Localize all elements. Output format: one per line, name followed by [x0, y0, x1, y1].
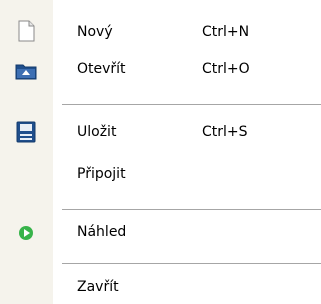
menu-item-shortcut: Ctrl+S	[202, 124, 248, 140]
save-icon	[14, 120, 38, 144]
play-icon	[14, 221, 38, 245]
menu-item-label: Zavřít	[77, 279, 119, 295]
menu-item-label: Připojit	[77, 166, 126, 182]
menu-item-label: Náhled	[77, 224, 127, 240]
menu-item-new[interactable]: Nový Ctrl+N	[0, 18, 321, 48]
context-menu: Nový Ctrl+N Otevřít Ctrl+O Uložit Ctrl+S	[0, 0, 321, 304]
menu-item-attach[interactable]: Připojit	[0, 160, 321, 190]
menu-separator	[62, 104, 321, 105]
menu-item-preview[interactable]: Náhled	[0, 218, 321, 248]
menu-item-shortcut: Ctrl+N	[202, 24, 250, 40]
menu-separator	[62, 263, 321, 264]
menu-item-open[interactable]: Otevřít Ctrl+O	[0, 55, 321, 85]
menu-item-shortcut: Ctrl+O	[202, 61, 250, 77]
menu-item-save[interactable]: Uložit Ctrl+S	[0, 118, 321, 148]
menu-item-label: Nový	[77, 24, 113, 40]
new-document-icon	[14, 19, 38, 43]
menu-item-label: Otevřít	[77, 61, 126, 77]
menu-separator	[62, 209, 321, 210]
open-icon	[14, 58, 38, 82]
menu-item-close[interactable]: Zavřít	[0, 273, 321, 303]
menu-item-label: Uložit	[77, 124, 117, 140]
